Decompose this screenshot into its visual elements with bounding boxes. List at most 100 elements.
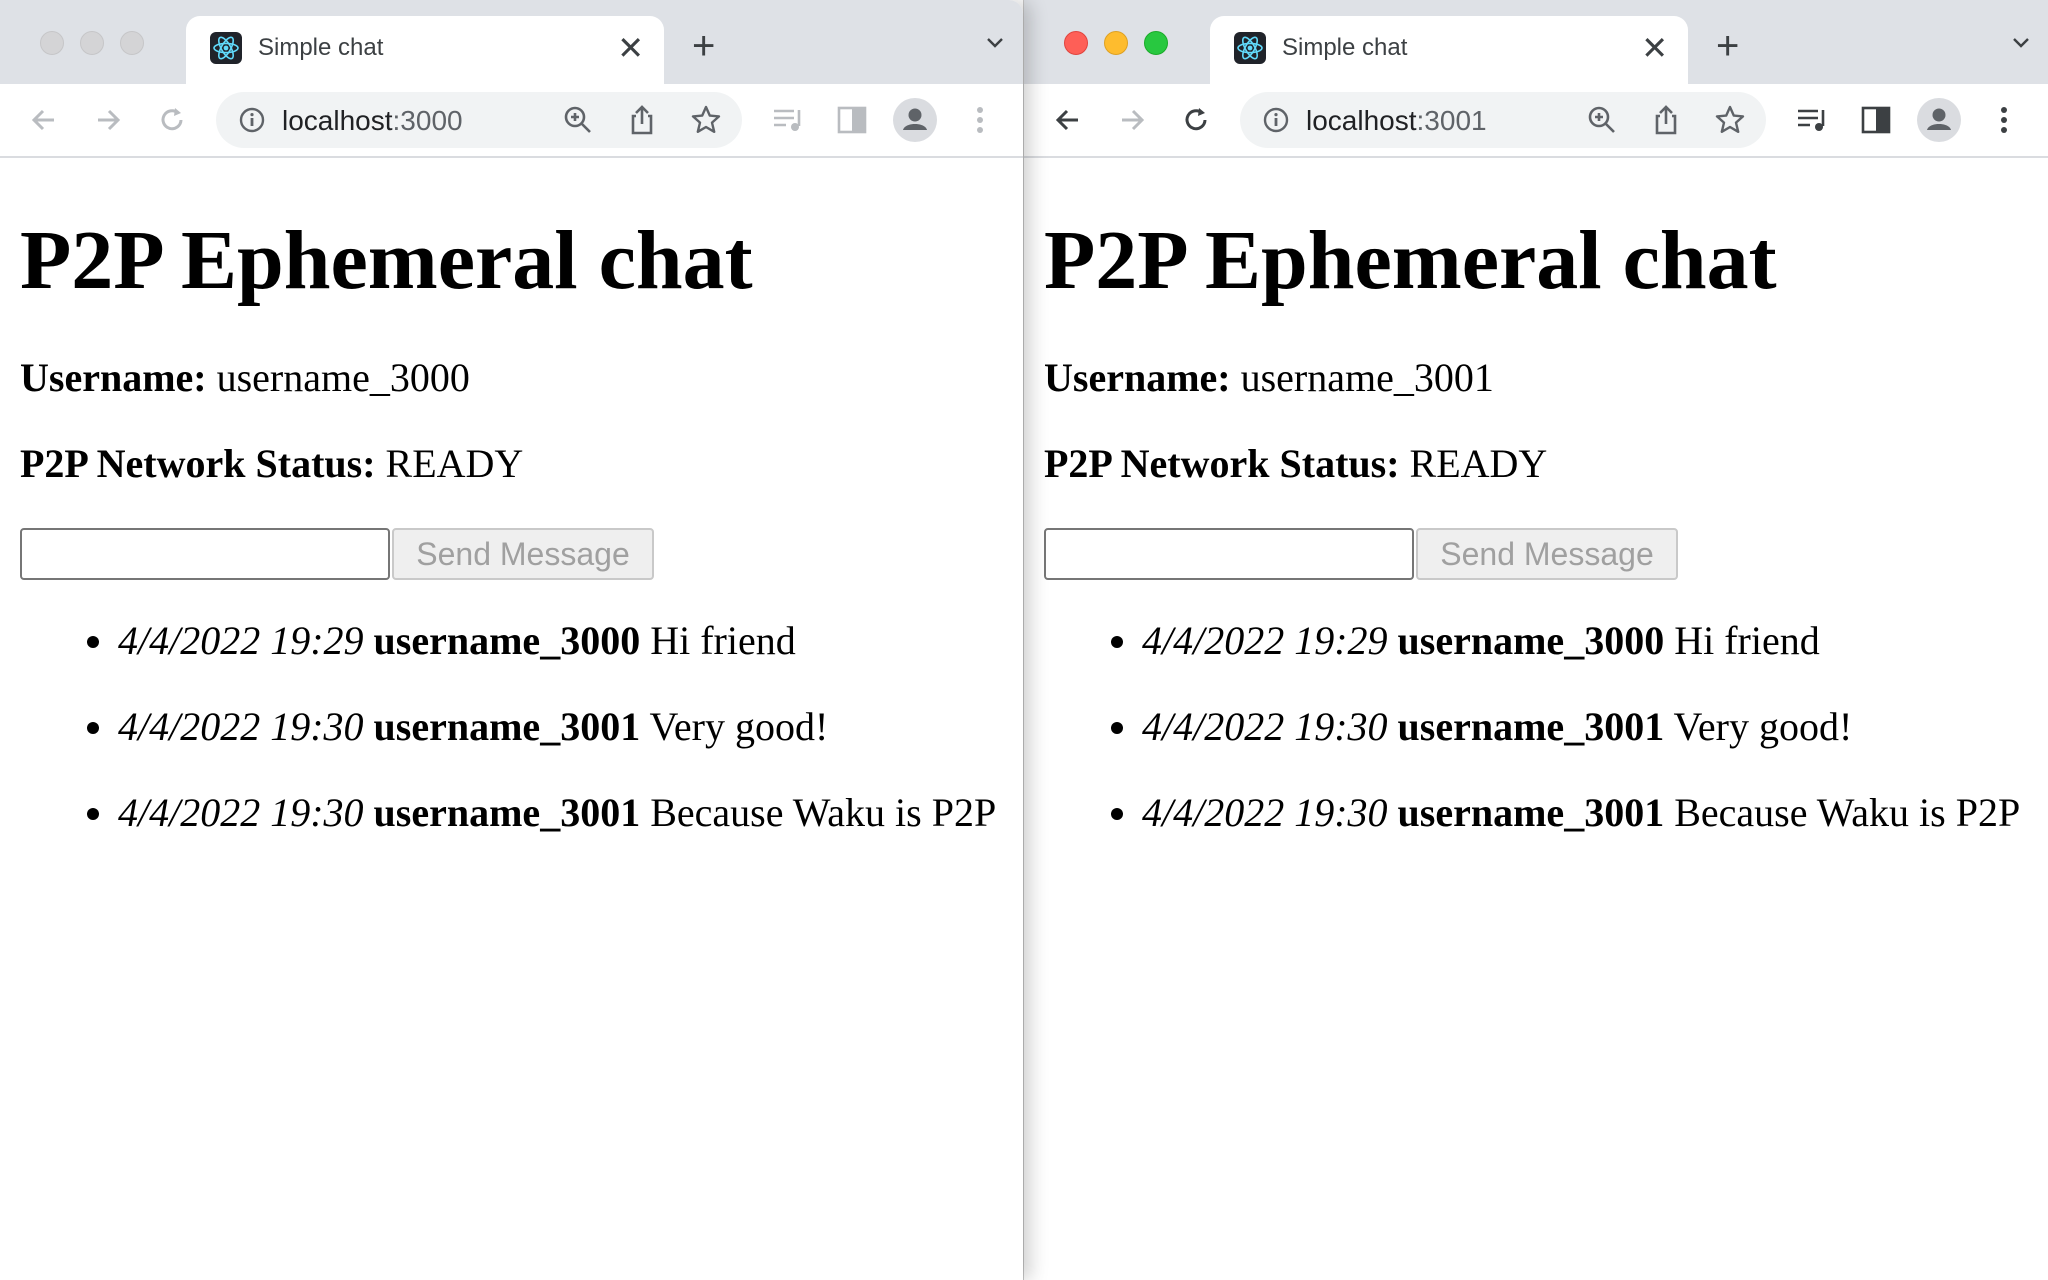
network-status-row: P2P Network Status: READY [20,440,523,487]
tab-title: Simple chat [258,34,384,61]
react-logo-icon [1234,32,1266,64]
profile-icon[interactable] [1917,98,1961,142]
url-port: :3001 [1416,105,1487,136]
forward-arrow-icon[interactable] [1114,102,1150,138]
url-text: localhost:3000 [282,105,463,137]
page-title: P2P Ephemeral chat [20,214,753,307]
send-message-button[interactable]: Send Message [392,528,654,580]
message-item: 4/4/2022 19:30 username_3001 Because Wak… [118,770,996,856]
message-time: 4/4/2022 19:30 [1142,704,1388,749]
message-text: Hi friend [650,618,796,663]
tab-strip: Simple chat ✕ + [0,0,1023,84]
message-user: username_3001 [373,790,641,835]
message-text: Because Waku is P2P [650,790,997,835]
browser-window-right: Simple chat ✕ + localhost:3001 P2P Ephem… [1023,0,2048,1280]
message-time: 4/4/2022 19:30 [1142,790,1388,835]
username-value: username_3001 [1240,355,1494,400]
more-vertical-icon[interactable] [962,102,998,143]
browser-toolbar: localhost:3001 [1024,84,2048,158]
tab-title: Simple chat [1282,34,1408,61]
close-tab-icon[interactable]: ✕ [617,28,644,68]
minimize-window-button[interactable] [1104,31,1128,55]
tab-search-chevron-icon[interactable] [983,30,1007,59]
username-value: username_3000 [216,355,470,400]
reload-icon[interactable] [1178,102,1214,138]
more-vertical-icon[interactable] [1986,102,2022,143]
message-text: Very good! [649,704,829,749]
url-port: :3000 [392,105,463,136]
close-window-button[interactable] [1064,31,1088,55]
media-controls-icon[interactable] [1794,102,1830,143]
star-icon[interactable] [690,104,722,141]
side-panel-icon[interactable] [834,102,870,143]
reload-icon[interactable] [154,102,190,138]
network-status-value: READY [385,441,524,486]
message-user: username_3000 [373,618,641,663]
message-item: 4/4/2022 19:29 username_3000 Hi friend [118,598,996,684]
url-host: localhost [282,105,393,136]
zoom-icon[interactable] [562,104,594,141]
page-content: P2P Ephemeral chat Username: username_30… [0,158,1023,1280]
message-user: username_3001 [1397,704,1665,749]
back-arrow-icon[interactable] [1050,102,1086,138]
share-icon[interactable] [626,104,658,141]
message-time: 4/4/2022 19:30 [118,704,364,749]
address-bar[interactable]: localhost:3000 [216,92,742,148]
message-time: 4/4/2022 19:30 [118,790,364,835]
network-status-row: P2P Network Status: READY [1044,440,1547,487]
message-text: Because Waku is P2P [1674,790,2021,835]
url-host: localhost [1306,105,1417,136]
message-time: 4/4/2022 19:29 [1142,618,1388,663]
zoom-window-button[interactable] [1144,31,1168,55]
zoom-icon[interactable] [1586,104,1618,141]
message-item: 4/4/2022 19:29 username_3000 Hi friend [1142,598,2020,684]
profile-icon[interactable] [893,98,937,142]
message-text: Hi friend [1674,618,1820,663]
tab-simple-chat[interactable]: Simple chat ✕ [1210,16,1688,84]
zoom-window-button[interactable] [120,31,144,55]
info-icon[interactable] [1262,106,1290,139]
message-list: 4/4/2022 19:29 username_3000 Hi friend 4… [0,598,996,856]
info-icon[interactable] [238,106,266,139]
share-icon[interactable] [1650,104,1682,141]
back-arrow-icon[interactable] [26,102,62,138]
close-tab-icon[interactable]: ✕ [1641,28,1668,68]
new-tab-button[interactable]: + [1716,26,1739,66]
message-input[interactable] [20,528,390,580]
forward-arrow-icon[interactable] [90,102,126,138]
network-status-value: READY [1409,441,1548,486]
browser-window-left: Simple chat ✕ + localhost:3000 P2P Ephem… [0,0,1023,1280]
new-tab-button[interactable]: + [692,26,715,66]
network-status-label: P2P Network Status: [1044,441,1400,486]
close-window-button[interactable] [40,31,64,55]
page-title: P2P Ephemeral chat [1044,214,1777,307]
page-content: P2P Ephemeral chat Username: username_30… [1024,158,2048,1280]
message-text: Very good! [1673,704,1853,749]
media-controls-icon[interactable] [770,102,806,143]
browser-toolbar: localhost:3000 [0,84,1023,158]
message-list: 4/4/2022 19:29 username_3000 Hi friend 4… [1024,598,2020,856]
network-status-label: P2P Network Status: [20,441,376,486]
username-row: Username: username_3001 [1044,354,1494,401]
minimize-window-button[interactable] [80,31,104,55]
message-item: 4/4/2022 19:30 username_3001 Very good! [1142,684,2020,770]
address-bar[interactable]: localhost:3001 [1240,92,1766,148]
url-text: localhost:3001 [1306,105,1487,137]
side-panel-icon[interactable] [1858,102,1894,143]
message-time: 4/4/2022 19:29 [118,618,364,663]
react-logo-icon [210,32,242,64]
send-message-button[interactable]: Send Message [1416,528,1678,580]
message-user: username_3000 [1397,618,1665,663]
message-item: 4/4/2022 19:30 username_3001 Very good! [118,684,996,770]
star-icon[interactable] [1714,104,1746,141]
message-user: username_3001 [1397,790,1665,835]
username-label: Username: [20,355,207,400]
username-label: Username: [1044,355,1231,400]
message-input[interactable] [1044,528,1414,580]
message-user: username_3001 [373,704,641,749]
username-row: Username: username_3000 [20,354,470,401]
tab-simple-chat[interactable]: Simple chat ✕ [186,16,664,84]
tab-search-chevron-icon[interactable] [2009,30,2033,59]
tab-strip: Simple chat ✕ + [1024,0,2048,84]
message-item: 4/4/2022 19:30 username_3001 Because Wak… [1142,770,2020,856]
